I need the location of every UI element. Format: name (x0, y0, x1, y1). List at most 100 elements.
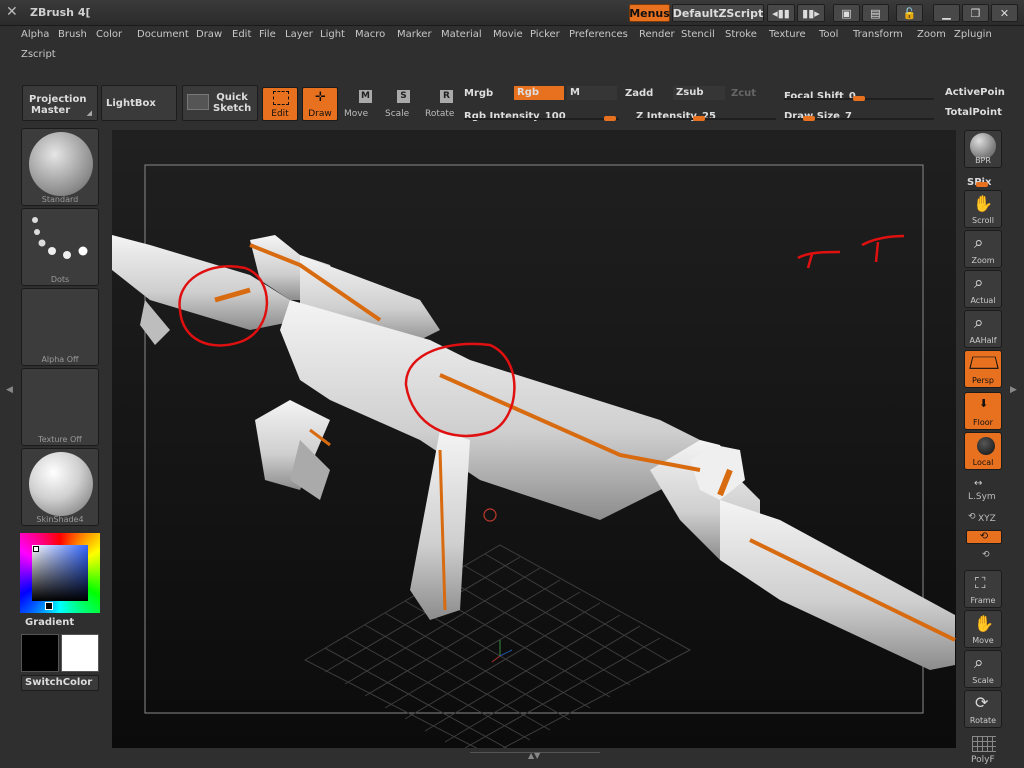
rgb-intensity-slider[interactable]: Rgb Intensity 100 (464, 104, 619, 122)
right-tray-arrow-icon[interactable]: ▶ (1010, 385, 1017, 395)
brush-thumbnail[interactable]: Standard (21, 128, 99, 206)
bottom-tray-handle[interactable]: ▲▼ (470, 751, 600, 762)
color-square[interactable] (32, 545, 88, 601)
menu-alpha[interactable]: Alpha (18, 27, 52, 43)
scroll-left-icon[interactable]: ◂▮▮ (767, 4, 795, 22)
rgb-button[interactable]: Rgb (514, 86, 564, 100)
focal-shift-label: Focal Shift (784, 91, 844, 102)
slider-knob[interactable] (976, 182, 988, 187)
restore-icon[interactable]: ❐ (962, 4, 989, 22)
persp-button[interactable]: Persp (964, 350, 1002, 388)
spix-slider[interactable]: SPix (967, 170, 1001, 188)
menu-layer[interactable]: Layer (282, 27, 316, 43)
material-sphere-icon (29, 452, 93, 516)
scale-button[interactable]: S Scale (382, 87, 414, 121)
menu-transform[interactable]: Transform (850, 27, 906, 43)
frame-button[interactable]: ⛶ Frame (964, 570, 1002, 608)
slider-knob[interactable] (853, 96, 865, 101)
zoom-button[interactable]: ⌕ Zoom (964, 230, 1002, 268)
sketch-label: Sketch (213, 103, 252, 114)
projection-master-button[interactable]: Projection Master ◢ (22, 85, 98, 121)
menu-file[interactable]: File (256, 27, 279, 43)
z-rotate-button[interactable]: ⟲ (982, 550, 990, 560)
lsym-button[interactable]: ↔ L.Sym (964, 476, 1002, 506)
z-intensity-slider[interactable]: Z Intensity 25 (636, 104, 776, 122)
zsub-button[interactable]: Zsub (673, 86, 725, 100)
magnifier-icon: ⌕ (974, 653, 984, 673)
bpr-button[interactable]: BPR (964, 130, 1002, 168)
secondary-color-swatch[interactable] (61, 634, 99, 672)
menu-zplugin[interactable]: Zplugin (951, 27, 995, 43)
scroll-button[interactable]: ✋ Scroll (964, 190, 1002, 228)
alpha-thumbnail[interactable]: Alpha Off (21, 288, 99, 366)
minimize-icon[interactable]: ▁ (933, 4, 960, 22)
mrgb-button[interactable]: Mrgb (464, 88, 493, 99)
draw-button[interactable]: ✛ Draw (302, 87, 338, 121)
slider-knob[interactable] (693, 116, 705, 121)
document-canvas[interactable] (112, 130, 956, 748)
scroll-right-icon[interactable]: ▮▮▸ (797, 4, 825, 22)
xyz-rotate-button[interactable]: ⟲ XYZ (966, 510, 1002, 526)
menu-stencil[interactable]: Stencil (678, 27, 718, 43)
rotate-button[interactable]: R Rotate (422, 87, 458, 121)
menu-light[interactable]: Light (317, 27, 348, 43)
menu-zoom[interactable]: Zoom (914, 27, 949, 43)
move-view-label: Move (972, 636, 994, 645)
quick-sketch-button[interactable]: Quick Sketch (182, 85, 258, 121)
switchcolor-label: SwitchColor (25, 677, 93, 688)
menu-zscript[interactable]: Zscript (18, 47, 59, 63)
zcut-button[interactable]: Zcut (731, 88, 756, 99)
zadd-button[interactable]: Zadd (625, 88, 653, 99)
slider-knob[interactable] (604, 116, 616, 121)
title-bar: ✕ ZBrush 4[ Menus DefaultZScript ◂▮▮ ▮▮▸… (0, 0, 1024, 26)
menu-tool[interactable]: Tool (816, 27, 841, 43)
menu-picker[interactable]: Picker (527, 27, 563, 43)
menu-preferences[interactable]: Preferences (566, 27, 631, 43)
scale-view-button[interactable]: ⌕ Scale (964, 650, 1002, 688)
focal-shift-slider[interactable]: Focal Shift 0 (784, 84, 934, 102)
layout-icon[interactable]: ▣ (833, 4, 860, 22)
menu-draw[interactable]: Draw (193, 27, 225, 43)
move-view-button[interactable]: ✋ Move (964, 610, 1002, 648)
polyf-button[interactable]: PolyF (968, 736, 1000, 766)
slider-knob[interactable] (803, 116, 815, 121)
aahalf-button[interactable]: ⌕ AAHalf (964, 310, 1002, 348)
menu-marker[interactable]: Marker (394, 27, 435, 43)
close-icon[interactable]: ✕ (991, 4, 1018, 22)
m-button[interactable]: M (567, 86, 617, 100)
standard-brush-icon (29, 132, 93, 196)
menus-toggle-button[interactable]: Menus (629, 4, 670, 22)
rotate-view-button[interactable]: ⟳ Rotate (964, 690, 1002, 728)
menu-edit[interactable]: Edit (229, 27, 254, 43)
floor-button[interactable]: ⬇ Floor (964, 392, 1002, 430)
main-color-swatch[interactable] (21, 634, 59, 672)
move-button[interactable]: M Move (342, 87, 374, 121)
stroke-thumbnail[interactable]: Dots (21, 208, 99, 286)
switch-color-button[interactable]: SwitchColor (21, 675, 99, 691)
edit-button[interactable]: Edit (262, 87, 298, 121)
left-tray-arrow-icon[interactable]: ◀ (6, 385, 13, 395)
material-thumbnail[interactable]: SkinShade4 (21, 448, 99, 526)
menu-macro[interactable]: Macro (352, 27, 388, 43)
menu-texture[interactable]: Texture (766, 27, 809, 43)
menu-document[interactable]: Document (134, 27, 192, 43)
menu-brush[interactable]: Brush (55, 27, 90, 43)
texture-thumbnail[interactable]: Texture Off (21, 368, 99, 446)
draw-size-slider[interactable]: Draw Size 7 (784, 104, 934, 122)
lightbox-button[interactable]: LightBox (101, 85, 177, 121)
sketch-icon (187, 94, 209, 110)
layout-alt-icon[interactable]: ▤ (862, 4, 889, 22)
menu-movie[interactable]: Movie (490, 27, 526, 43)
menu-material[interactable]: Material (438, 27, 485, 43)
menu-bar: Alpha Brush Color Document Draw Edit Fil… (18, 26, 1018, 66)
color-picker[interactable] (20, 533, 100, 613)
menu-color[interactable]: Color (93, 27, 125, 43)
default-zscript-button[interactable]: DefaultZScript (672, 4, 764, 22)
local-button[interactable]: Local (964, 432, 1002, 470)
menu-render[interactable]: Render (636, 27, 678, 43)
menu-stroke[interactable]: Stroke (722, 27, 760, 43)
y-rotate-button[interactable]: ⟲ (966, 530, 1002, 544)
rotate-xyz-icon: ⟲ (968, 512, 976, 522)
lock-icon[interactable]: 🔓 (896, 4, 923, 22)
actual-button[interactable]: ⌕ Actual (964, 270, 1002, 308)
